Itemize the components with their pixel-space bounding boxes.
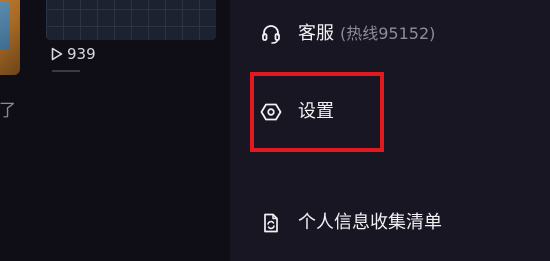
app-screen: 939 了 客服 (热线95152) 设置 个人信息收集清单 (0, 0, 550, 261)
menu-item-customer-service[interactable]: 客服 (热线95152) (260, 21, 435, 47)
divider (52, 70, 80, 72)
thumbnail-image (0, 2, 10, 50)
menu-item-label: 个人信息收集清单 (298, 212, 442, 233)
hotline-number: (热线95152) (340, 24, 436, 43)
play-count: 939 (51, 44, 96, 64)
menu-item-settings[interactable]: 设置 (260, 99, 334, 125)
headset-icon (260, 23, 282, 45)
video-thumbnail[interactable] (46, 0, 216, 40)
menu-item-label: 设置 (298, 101, 334, 122)
play-count-value: 939 (67, 45, 96, 63)
menu-item-personal-info-list[interactable]: 个人信息收集清单 (260, 210, 442, 236)
truncated-text: 了 (0, 101, 16, 121)
play-icon (51, 47, 63, 61)
document-sync-icon (260, 212, 282, 234)
hexagon-settings-icon (260, 101, 282, 123)
menu-item-label: 客服 (298, 23, 334, 44)
side-menu: 客服 (热线95152) 设置 个人信息收集清单 (230, 0, 550, 261)
video-thumbnail[interactable] (0, 0, 20, 75)
background-content: 939 了 (0, 0, 230, 261)
